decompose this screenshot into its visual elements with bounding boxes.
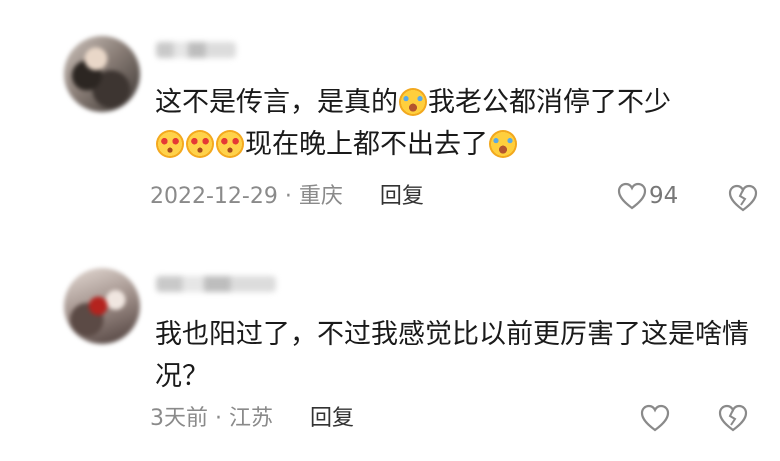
comment-meta: 3天前 · 江苏 回复 — [150, 404, 354, 434]
comment-item: 这不是传言，是真的 我老公都消停了不少 现在晚上都不出去了 2022-12-29 … — [0, 0, 780, 240]
like-button[interactable]: 94 — [617, 182, 678, 214]
heart-outline-icon — [640, 404, 670, 432]
like-count: 94 — [649, 183, 679, 209]
comment-meta: 2022-12-29 · 重庆 回复 — [150, 182, 424, 212]
laughing-tears-icon — [489, 130, 517, 158]
dislike-button[interactable] — [728, 184, 758, 216]
username-blurred[interactable] — [156, 42, 236, 58]
avatar[interactable] — [64, 36, 140, 112]
broken-heart-icon — [718, 404, 748, 432]
comment-text: 这不是传言，是真的 我老公都消停了不少 现在晚上都不出去了 — [155, 82, 765, 166]
like-button[interactable] — [640, 404, 670, 436]
comment-text: 我也阳过了，不过我感觉比以前更厉害了这是啥情况？ — [155, 319, 749, 392]
heart-eyes-icon — [156, 130, 184, 158]
broken-heart-icon — [728, 184, 758, 212]
meta-separator: · — [284, 184, 292, 209]
laughing-tears-icon — [399, 88, 427, 116]
heart-eyes-icon — [186, 130, 214, 158]
comment-text-part: 我老公都消停了不少 — [428, 87, 671, 118]
comment-text-part: 这不是传言，是真的 — [155, 87, 398, 118]
dislike-button[interactable] — [718, 404, 748, 436]
comment-date: 3天前 — [150, 406, 208, 431]
heart-eyes-icon — [216, 130, 244, 158]
comment-text-part: 现在晚上都不出去了 — [245, 129, 488, 160]
comment-item: 我也阳过了，不过我感觉比以前更厉害了这是啥情况？ 3天前 · 江苏 回复 — [0, 240, 780, 461]
heart-outline-icon — [617, 182, 647, 210]
comment-location: 江苏 — [229, 406, 274, 431]
username-blurred[interactable] — [156, 276, 276, 292]
reply-button[interactable]: 回复 — [380, 184, 424, 209]
comment-location: 重庆 — [298, 184, 343, 209]
comment-date: 2022-12-29 — [150, 184, 278, 209]
reply-button[interactable]: 回复 — [310, 406, 354, 431]
avatar[interactable] — [64, 268, 140, 344]
meta-separator: · — [215, 406, 222, 431]
